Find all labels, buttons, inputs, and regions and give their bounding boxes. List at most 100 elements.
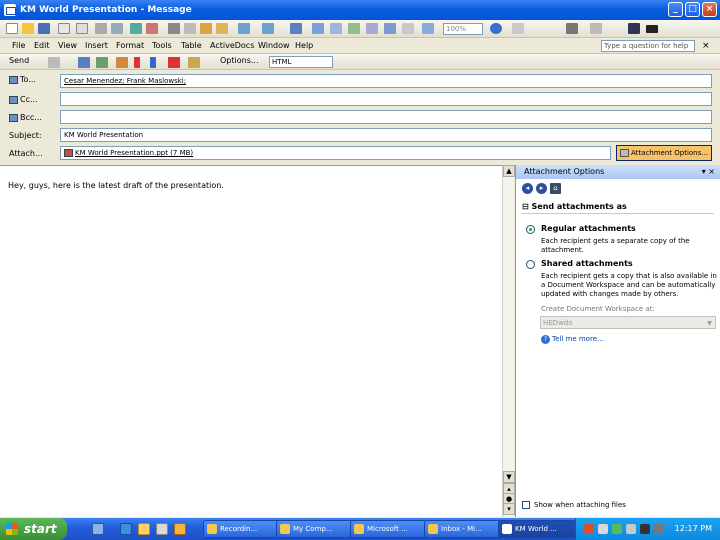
paste-icon[interactable] (200, 23, 212, 34)
bcc-button[interactable]: Bcc... (9, 113, 42, 122)
read-icon[interactable] (512, 23, 524, 34)
menu-file[interactable]: File (12, 41, 25, 50)
tray-security-icon[interactable] (612, 524, 622, 534)
taskbar-item-km-world[interactable]: KM World ... (498, 520, 576, 538)
menu-view[interactable]: View (58, 41, 77, 50)
attach-button[interactable]: Attach... (9, 149, 43, 158)
cc-button[interactable]: Cc... (9, 95, 38, 104)
help-icon[interactable] (490, 23, 502, 34)
insert-table-icon[interactable] (330, 23, 342, 34)
email-icon[interactable] (76, 23, 88, 34)
bcc-field[interactable] (60, 110, 712, 124)
research-icon[interactable] (146, 23, 158, 34)
zoom-box[interactable]: 100% (443, 23, 483, 35)
menu-activedocs[interactable]: ActiveDocs (210, 41, 254, 50)
print-icon[interactable] (95, 23, 107, 34)
save-icon[interactable] (38, 23, 50, 34)
options-button[interactable]: Options... (220, 56, 259, 65)
format-painter-icon[interactable] (216, 23, 228, 34)
undo-icon[interactable] (238, 23, 250, 34)
scroll-down-icon[interactable]: ▼ (503, 471, 515, 483)
media-player-icon[interactable] (156, 523, 168, 535)
taskbar-item-microsoft[interactable]: Microsoft ... (350, 520, 428, 538)
show-when-attaching-checkbox[interactable] (522, 501, 530, 509)
address-book-icon[interactable] (78, 57, 90, 68)
font-color-icon[interactable] (628, 23, 640, 34)
attachment-options-button[interactable]: Attachment Options... (616, 145, 712, 161)
columns-icon[interactable] (366, 23, 378, 34)
excel-icon[interactable] (348, 23, 360, 34)
taskbar-item-my-computer[interactable]: My Comp... (276, 520, 354, 538)
send-button[interactable]: Send (9, 56, 29, 65)
start-button[interactable]: start (0, 518, 67, 540)
menu-help[interactable]: Help (295, 41, 313, 50)
minimize-button[interactable]: _ (668, 2, 683, 17)
back-icon[interactable]: ◂ (522, 183, 533, 194)
message-body[interactable]: Hey, guys, here is the latest draft of t… (0, 165, 502, 517)
to-button[interactable]: To... (9, 75, 36, 84)
tell-me-more-link[interactable]: ? Tell me more... (541, 335, 604, 344)
maximize-button[interactable]: □ (685, 2, 700, 17)
attach-field[interactable]: KM World Presentation.ppt (7 MB) (60, 146, 611, 160)
style-icon[interactable] (590, 23, 602, 34)
insert-file-icon[interactable] (116, 57, 128, 68)
close-document-icon[interactable]: × (702, 41, 710, 51)
tray-volume-icon[interactable] (626, 524, 636, 534)
regular-attachments-radio[interactable] (526, 225, 535, 234)
menu-edit[interactable]: Edit (34, 41, 50, 50)
align-icon[interactable] (646, 25, 658, 33)
send-attachments-section[interactable]: ⊟ Send attachments as (522, 202, 627, 211)
outlook-icon[interactable] (138, 523, 150, 535)
taskbar-item-recording[interactable]: Recordin... (203, 520, 281, 538)
workspace-select[interactable]: HEDwdo ▼ (540, 316, 716, 329)
help-search-input[interactable]: Type a question for help (601, 40, 695, 52)
highlight-icon[interactable] (566, 23, 578, 34)
document-map-icon[interactable] (402, 23, 414, 34)
copy-icon[interactable] (184, 23, 196, 34)
close-button[interactable]: × (702, 2, 717, 17)
spelling-icon[interactable] (130, 23, 142, 34)
permission-email-icon[interactable] (188, 57, 200, 68)
scroll-up-icon[interactable]: ▲ (503, 165, 515, 177)
shared-attachments-radio[interactable] (526, 260, 535, 269)
drawing-icon[interactable] (384, 23, 396, 34)
open-icon[interactable] (22, 23, 34, 34)
check-names-icon[interactable] (96, 57, 108, 68)
home-icon[interactable]: ⌂ (550, 183, 561, 194)
show-when-attaching[interactable]: Show when attaching files (522, 501, 626, 509)
message-format-select[interactable]: HTML (269, 56, 333, 68)
menu-table[interactable]: Table (181, 41, 202, 50)
quick-launch-icon[interactable] (174, 523, 186, 535)
body-scrollbar[interactable]: ▲ ▼ ▴ ● ▾ (502, 165, 515, 517)
accounts-icon[interactable] (48, 57, 60, 68)
show-desktop-icon[interactable] (92, 523, 104, 535)
menu-tools[interactable]: Tools (152, 41, 172, 50)
to-field[interactable]: Cesar Menendez; Frank Maslowski; (60, 74, 712, 88)
permission-icon[interactable] (58, 23, 70, 34)
menu-format[interactable]: Format (116, 41, 144, 50)
taskbar-item-inbox[interactable]: Inbox - Mi... (424, 520, 502, 538)
show-hide-icon[interactable] (422, 23, 434, 34)
internet-explorer-icon[interactable] (120, 523, 132, 535)
flag-icon[interactable] (168, 57, 180, 68)
redo-icon[interactable] (262, 23, 274, 34)
shared-attachments-label[interactable]: Shared attachments (541, 259, 633, 268)
pane-close-icon[interactable]: ▾ × (702, 165, 715, 179)
print-preview-icon[interactable] (111, 23, 123, 34)
tray-display-icon[interactable] (654, 524, 664, 534)
cc-field[interactable] (60, 92, 712, 106)
importance-low-icon[interactable] (150, 57, 156, 68)
tray-monitor-icon[interactable] (640, 524, 650, 534)
tray-app-icon[interactable] (584, 524, 594, 534)
next-object-icon[interactable]: ▾ (503, 503, 515, 515)
subject-field[interactable]: KM World Presentation (60, 128, 712, 142)
tray-network-icon[interactable] (598, 524, 608, 534)
tables-icon[interactable] (312, 23, 324, 34)
menu-insert[interactable]: Insert (85, 41, 108, 50)
menu-window[interactable]: Window (258, 41, 290, 50)
hyperlink-icon[interactable] (290, 23, 302, 34)
forward-icon[interactable]: ▸ (536, 183, 547, 194)
attachment-item[interactable]: KM World Presentation.ppt (7 MB) (75, 149, 193, 157)
importance-high-icon[interactable] (134, 57, 140, 68)
new-icon[interactable] (6, 23, 18, 34)
